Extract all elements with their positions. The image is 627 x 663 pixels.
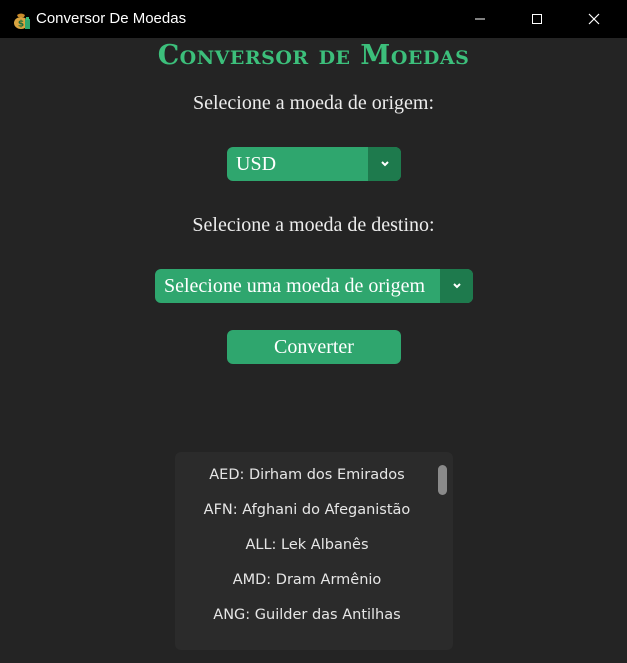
destination-currency-value: Selecione uma moeda de origem — [164, 274, 426, 297]
origin-dropdown-arrow[interactable] — [368, 147, 401, 181]
chevron-down-icon — [452, 283, 461, 289]
destination-currency-label: Selecione a moeda de destino: — [192, 214, 435, 236]
origin-currency-value: USD — [236, 152, 277, 175]
minimize-button[interactable] — [457, 0, 503, 38]
svg-text:$: $ — [18, 20, 24, 30]
title-bar[interactable]: $ Conversor De Moedas — [0, 0, 627, 38]
list-item[interactable]: ALL: Lek Albanês — [175, 537, 439, 553]
chevron-down-icon — [380, 161, 389, 167]
origin-currency-label: Selecione a moeda de origem: — [192, 92, 434, 114]
list-item[interactable]: AED: Dirham dos Emirados — [175, 467, 439, 483]
money-bag-icon: $ — [11, 10, 31, 30]
list-item[interactable]: AMD: Dram Armênio — [175, 572, 439, 588]
maximize-icon — [532, 14, 542, 24]
main-content: Conversor de Moedas Selecione a moeda de… — [0, 38, 627, 663]
close-icon — [588, 13, 600, 25]
origin-currency-select[interactable]: USD — [227, 147, 401, 181]
convert-button[interactable]: Converter — [227, 330, 401, 364]
maximize-button[interactable] — [514, 0, 560, 38]
window-title: Conversor De Moedas — [36, 10, 187, 27]
app-window: $ Conversor De Moedas Conversor de Moeda… — [0, 0, 627, 663]
list-scrollbar[interactable] — [438, 465, 447, 495]
list-item[interactable]: AFN: Afghani do Afeganistão — [175, 502, 439, 518]
list-item[interactable]: ANG: Guilder das Antilhas — [175, 607, 439, 623]
page-title: Conversor de Moedas — [157, 40, 470, 71]
minimize-icon — [475, 18, 485, 20]
currency-list[interactable]: AED: Dirham dos Emirados AFN: Afghani do… — [175, 452, 453, 650]
destination-dropdown-arrow[interactable] — [440, 269, 473, 303]
destination-currency-select[interactable]: Selecione uma moeda de origem — [155, 269, 473, 303]
close-button[interactable] — [571, 0, 617, 38]
